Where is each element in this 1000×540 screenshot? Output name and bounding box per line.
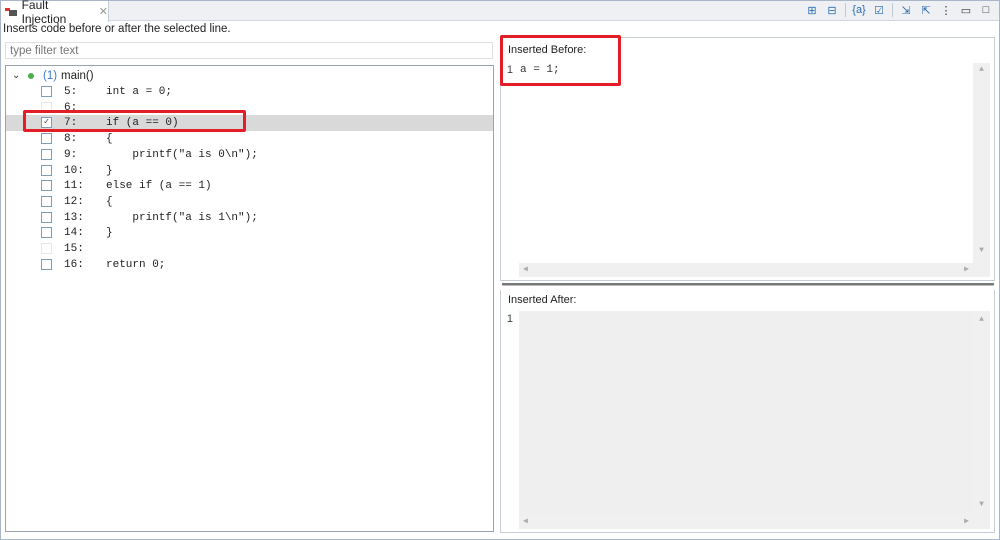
line-checkbox[interactable]	[41, 133, 52, 145]
inserted-after-label: Inserted After:	[508, 294, 577, 306]
line-checkbox[interactable]	[41, 180, 52, 192]
line-code: else if (a == 1)	[106, 180, 212, 193]
export-icon[interactable]: ⇱	[919, 3, 933, 17]
view-description: Inserts code before or after the selecte…	[3, 23, 231, 35]
inserted-after-editor[interactable]: 1 ▲ ▼ ◀ ▶	[505, 311, 990, 529]
line-number: 13:	[64, 211, 84, 224]
line-checkbox[interactable]	[41, 148, 52, 160]
tree-row[interactable]: 16: return 0;	[6, 257, 493, 273]
toolbar-separator	[892, 3, 893, 17]
variable-icon[interactable]: {a}	[852, 3, 866, 17]
line-code: }	[106, 227, 113, 240]
tree-row[interactable]: 9: printf("a is 0\n");	[6, 147, 493, 163]
tree-row[interactable]: 10:}	[6, 163, 493, 179]
tab-fault-injection[interactable]: Fault Injection ✕	[1, 0, 109, 26]
line-number: 11:	[64, 180, 84, 193]
tree-row[interactable]: 15:	[6, 241, 493, 257]
tree-row[interactable]: 8: {	[6, 131, 493, 147]
function-name: main()	[61, 70, 94, 82]
chevron-down-icon[interactable]: ⌄	[12, 68, 20, 84]
line-number: 14:	[64, 227, 84, 240]
expand-all-icon[interactable]: ⊞	[805, 3, 819, 17]
tree-node-main[interactable]: ⌄ (1) main()	[6, 68, 493, 84]
maximize-icon[interactable]: □	[979, 3, 993, 17]
line-code: printf("a is 1\n");	[106, 211, 258, 224]
close-icon[interactable]: ✕	[99, 5, 108, 18]
filter-input[interactable]	[5, 42, 493, 59]
tab-title: Fault Injection	[21, 0, 67, 26]
horizontal-scrollbar[interactable]: ◀ ▶	[519, 263, 973, 277]
line-checkbox[interactable]	[41, 243, 52, 254]
function-count: (1)	[43, 70, 58, 82]
line-number: 10:	[64, 164, 84, 177]
line-number: 8:	[64, 133, 78, 146]
code-tree[interactable]: ⌄ (1) main() 5: int a = 0; 6: ✓ 7: if (a == 0…	[5, 65, 494, 532]
inserted-before-editor[interactable]: 1 a = 1; ▲ ▼ ◀ ▶	[505, 63, 990, 277]
inserted-after-code[interactable]	[519, 311, 973, 515]
line-code: }	[106, 164, 113, 177]
line-checkbox[interactable]	[41, 86, 52, 97]
collapse-all-icon[interactable]: ⊟	[825, 3, 839, 17]
vertical-scrollbar[interactable]: ▲ ▼	[973, 63, 990, 277]
panel-splitter[interactable]	[502, 283, 994, 286]
tab-bar: Fault Injection ✕ ⊞ ⊟ {a} ☑ ⇲ ⇱ ⋮ ▭ □	[1, 0, 999, 26]
line-checkbox[interactable]	[41, 195, 52, 207]
tree-row[interactable]: 13: printf("a is 1\n");	[6, 210, 493, 226]
line-code: printf("a is 0\n");	[106, 148, 258, 161]
line-code: return 0;	[106, 258, 166, 271]
inserted-after-panel: Inserted After: 1 ▲ ▼ ◀ ▶	[500, 290, 995, 533]
line-number: 9:	[64, 148, 78, 161]
view-menu-icon[interactable]: ⋮	[939, 3, 953, 17]
import-icon[interactable]: ⇲	[899, 3, 913, 17]
vertical-scrollbar[interactable]: ▲ ▼	[973, 311, 990, 529]
tree-row[interactable]: 12: {	[6, 194, 493, 210]
line-checkbox[interactable]	[41, 258, 52, 270]
line-checkbox[interactable]	[41, 164, 52, 176]
line-number: 1	[506, 313, 513, 325]
line-number: 5:	[64, 86, 78, 98]
tree-row[interactable]: 14:}	[6, 225, 493, 241]
toolbar-separator	[845, 3, 846, 17]
line-number: 16:	[64, 258, 84, 271]
line-number: 15:	[64, 243, 84, 255]
tree-row[interactable]: 5: int a = 0;	[6, 84, 493, 100]
tree-row[interactable]: 11: else if (a == 1)	[6, 178, 493, 194]
line-checkbox[interactable]	[41, 211, 52, 223]
function-icon	[28, 73, 34, 79]
view-toolbar: ⊞ ⊟ {a} ☑ ⇲ ⇱ ⋮ ▭ □	[805, 3, 993, 17]
fault-injection-icon	[5, 7, 17, 16]
highlight-selected-line	[23, 110, 246, 132]
highlight-inserted-before	[500, 35, 621, 86]
line-code: {	[106, 133, 113, 146]
line-code: int a = 0;	[106, 86, 173, 98]
line-checkbox[interactable]	[41, 227, 52, 239]
check-all-icon[interactable]: ☑	[872, 3, 886, 17]
minimize-icon[interactable]: ▭	[959, 3, 973, 17]
line-number: 12:	[64, 195, 84, 208]
line-code: {	[106, 195, 113, 208]
horizontal-scrollbar[interactable]: ◀ ▶	[519, 515, 973, 529]
